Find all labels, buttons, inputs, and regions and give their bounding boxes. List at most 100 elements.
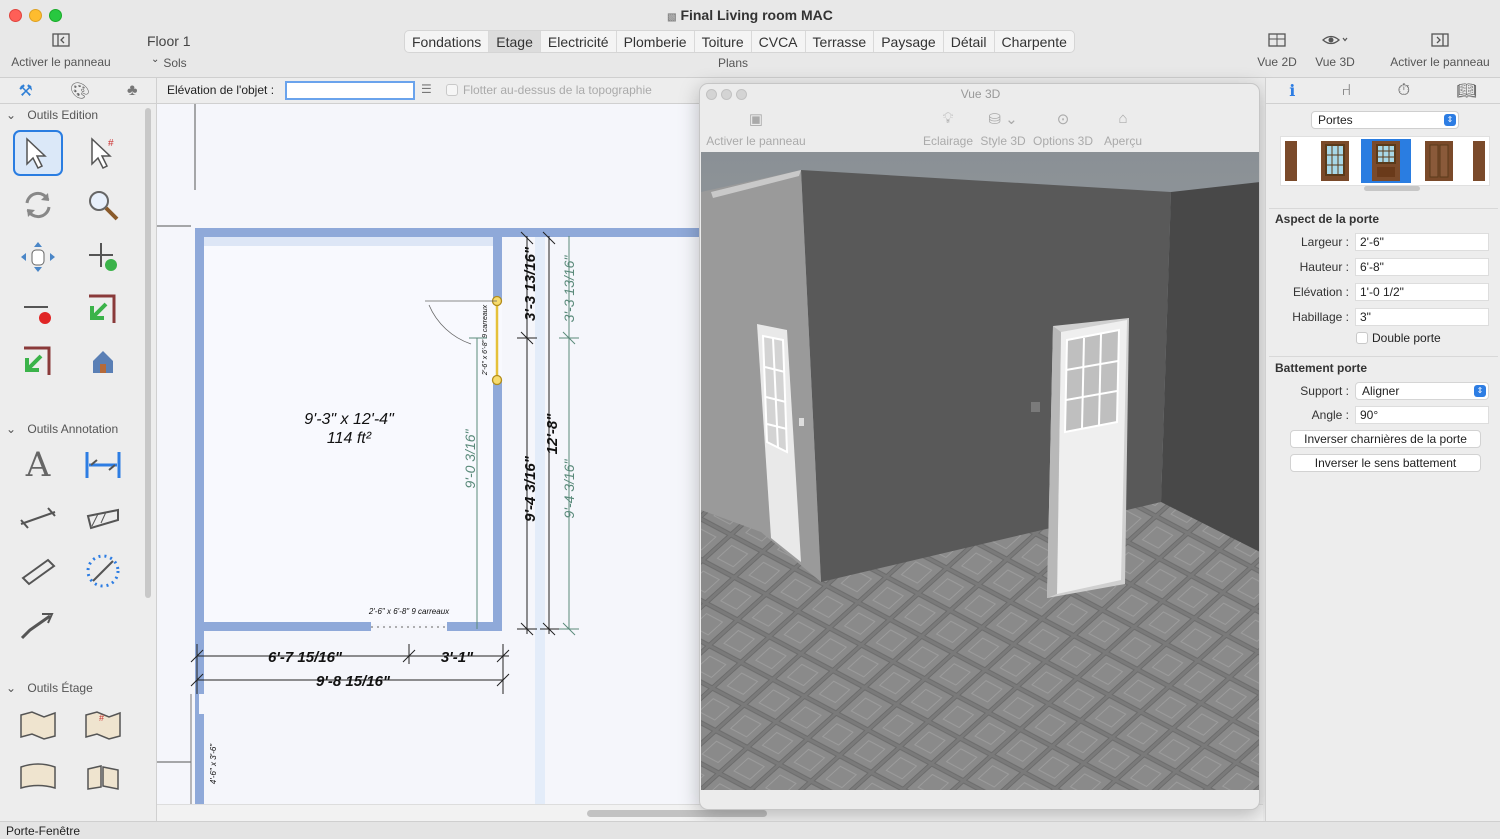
wall-bottom-right[interactable] [447, 622, 501, 631]
hammer-icon[interactable]: ⚒ [18, 81, 32, 101]
flip-hinges-button[interactable]: Inverser charnières de la porte [1290, 430, 1481, 448]
lighting-button[interactable]: 💡︎ Eclairage [922, 110, 974, 148]
angle-dimension-tool[interactable] [13, 494, 63, 540]
dimension-label[interactable]: 9'-0 3/16" [462, 428, 478, 488]
rotate-tool[interactable] [13, 182, 63, 228]
dimension-tool[interactable] [78, 442, 128, 488]
height-field[interactable]: 6'-8" [1355, 258, 1489, 276]
radius-dimension-tool[interactable] [78, 548, 128, 594]
support-label: Support : [1300, 384, 1349, 398]
floor-special-tool[interactable]: # [78, 702, 128, 748]
3d-viewport[interactable] [701, 152, 1259, 790]
plans-tab[interactable]: Terrasse [806, 31, 875, 52]
plans-tab[interactable]: Etage [489, 31, 541, 52]
door-thumbnail[interactable] [1283, 139, 1297, 183]
door-handle-point[interactable] [491, 374, 503, 386]
select-special-tool[interactable]: # [78, 130, 128, 176]
info-icon[interactable]: i [1289, 81, 1295, 100]
split-floor-tool[interactable] [78, 754, 128, 800]
text-tool[interactable]: A [13, 442, 63, 488]
elevation-input[interactable] [285, 81, 415, 100]
select-tool[interactable] [13, 130, 63, 176]
dimension-label[interactable]: 3'-3 13/16" [561, 255, 577, 323]
list-icon[interactable]: ☰ [421, 82, 432, 96]
elevation-dimension-tool[interactable] [78, 494, 128, 540]
book-icon[interactable]: 📖︎ [1456, 81, 1476, 101]
toggle-left-panel-button[interactable]: Activer le panneau [6, 33, 116, 69]
dimension-label[interactable]: 9'-4 3/16" [561, 458, 577, 518]
scrollbar-thumb[interactable] [587, 810, 767, 817]
palette-icon[interactable]: 🎨︎ [70, 81, 90, 101]
dimension-label[interactable]: 9'-4 3/16" [522, 455, 539, 522]
width-field[interactable]: 2'-6" [1355, 233, 1489, 251]
plans-tab[interactable]: CVCA [752, 31, 806, 52]
plans-tab[interactable]: Paysage [874, 31, 944, 52]
toggle-3d-panel-label: Activer le panneau [706, 134, 806, 148]
join-walls-tool[interactable] [78, 286, 128, 332]
plan-drawing[interactable]: 9'-3" x 12'-4" 114 ft² 3'-3 13/16" 3'-3 … [157, 104, 700, 804]
plans-tab[interactable]: Toiture [695, 31, 752, 52]
floor-tool[interactable] [13, 702, 63, 748]
house-icon [93, 351, 113, 373]
category-select[interactable]: Portes ⇕ [1311, 111, 1459, 129]
flip-swing-button[interactable]: Inverser le sens battement [1290, 454, 1481, 472]
double-door-checkbox[interactable] [1356, 332, 1368, 344]
chair-icon[interactable]: ⑁ [1342, 82, 1352, 100]
door-label[interactable]: 2'-6" x 6'-8" 9 carreaux [368, 607, 450, 616]
plan-canvas[interactable]: 9'-3" x 12'-4" 114 ft² 3'-3 13/16" 3'-3 … [157, 104, 700, 804]
trim-field[interactable]: 3" [1355, 308, 1489, 326]
house-tool[interactable] [78, 338, 128, 384]
tree-icon[interactable]: ♣ [127, 82, 138, 100]
plans-tab[interactable]: Electricité [541, 31, 617, 52]
section-edit-tools[interactable]: ⌄ Outils Edition [6, 108, 98, 122]
elevation-field[interactable]: 1'-0 1/2" [1355, 283, 1489, 301]
room-area-label[interactable]: 114 ft² [327, 430, 372, 447]
dimension-label[interactable]: 3'-3 13/16" [522, 246, 539, 321]
door-thumbnail-selected[interactable] [1361, 139, 1411, 183]
pan-tool[interactable] [13, 234, 63, 280]
stopwatch-icon[interactable]: ⏱︎ [1398, 82, 1410, 100]
support-select[interactable]: Aligner ⇕ [1355, 382, 1489, 400]
toggle-3d-panel-button[interactable]: ▣ Activer le panneau [704, 110, 808, 148]
options-3d-button[interactable]: ⊙ Options 3D [1031, 110, 1095, 148]
remove-point-tool[interactable] [13, 286, 63, 332]
zoom-tool[interactable] [78, 182, 128, 228]
view-3d-button[interactable]: Vue 3D [1310, 33, 1360, 69]
door-strip-scrollbar[interactable] [1364, 186, 1420, 191]
preview-button[interactable]: ⌂ Aperçu [1100, 110, 1146, 148]
view-2d-button[interactable]: Vue 2D [1254, 33, 1300, 69]
dimension-label[interactable]: 6'-7 15/16" [268, 649, 343, 666]
wall-top[interactable] [195, 228, 700, 237]
toggle-right-panel-button[interactable]: Activer le panneau [1384, 33, 1496, 69]
dimension-label[interactable]: 3'-1" [441, 649, 474, 666]
arrow-tool[interactable] [13, 602, 63, 648]
split-walls-tool[interactable] [13, 338, 63, 384]
curved-floor-tool[interactable] [13, 754, 63, 800]
section-floor-tools[interactable]: ⌄ Outils Étage [6, 681, 93, 695]
add-point-tool[interactable] [78, 234, 128, 280]
eye-icon [1310, 33, 1360, 55]
plans-tab[interactable]: Détail [944, 31, 995, 52]
door-thumbnail[interactable] [1317, 139, 1353, 183]
wall-bottom-left[interactable] [201, 622, 371, 631]
door-library-strip[interactable] [1280, 136, 1490, 186]
floor-select[interactable]: Floor 1 ⌄ [140, 30, 212, 65]
style-3d-button[interactable]: ⛁ ⌄ Style 3D [978, 110, 1028, 148]
angle-field[interactable]: 90° [1355, 406, 1489, 424]
section-annotation-tools[interactable]: ⌄ Outils Annotation [6, 422, 118, 436]
plans-tab[interactable]: Fondations [405, 31, 490, 52]
dimension-label[interactable]: 9'-8 15/16" [316, 673, 391, 690]
diagonal-dimension-tool[interactable] [13, 548, 63, 594]
door-thumbnail[interactable] [1471, 139, 1485, 183]
corner-arrow-icon [24, 346, 51, 375]
room-dimensions-label[interactable]: 9'-3" x 12'-4" [304, 411, 395, 428]
window-label[interactable]: 4'-6" x 3'-6" [209, 743, 218, 784]
tools-panel-scrollbar[interactable] [145, 108, 151, 598]
plans-tab[interactable]: Plomberie [617, 31, 695, 52]
right-door[interactable] [1047, 318, 1129, 598]
plans-tab[interactable]: Charpente [995, 31, 1074, 52]
float-checkbox[interactable] [446, 84, 458, 96]
dimension-label[interactable]: 12'-8" [544, 413, 561, 455]
door-label[interactable]: 2'-6" x 6'-8" 9 carreaux [482, 304, 489, 376]
door-thumbnail[interactable] [1421, 139, 1457, 183]
